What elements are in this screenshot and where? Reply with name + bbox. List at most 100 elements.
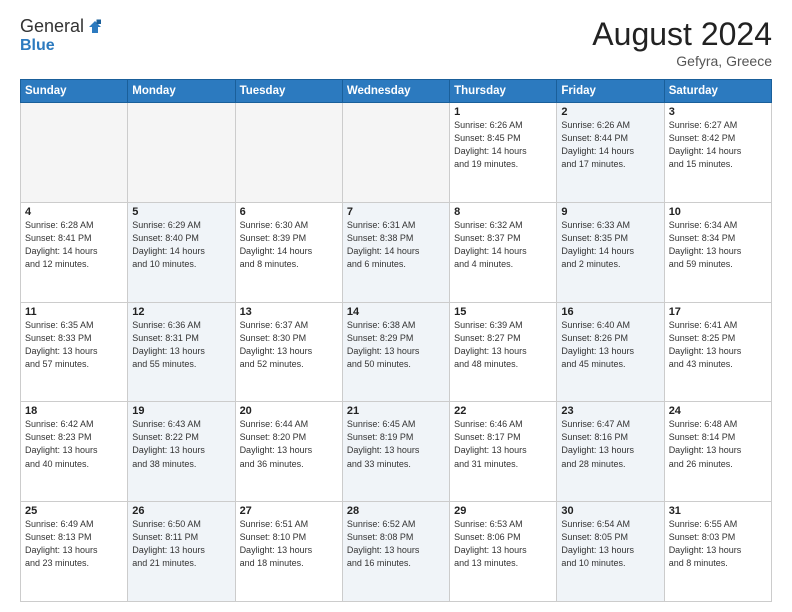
calendar-cell: 3Sunrise: 6:27 AM Sunset: 8:42 PM Daylig… <box>664 103 771 203</box>
day-number: 31 <box>669 505 767 517</box>
calendar-cell: 24Sunrise: 6:48 AM Sunset: 8:14 PM Dayli… <box>664 402 771 502</box>
calendar-cell: 14Sunrise: 6:38 AM Sunset: 8:29 PM Dayli… <box>342 302 449 402</box>
day-number: 24 <box>669 405 767 417</box>
day-number: 22 <box>454 405 552 417</box>
calendar-cell: 1Sunrise: 6:26 AM Sunset: 8:45 PM Daylig… <box>450 103 557 203</box>
calendar-cell: 31Sunrise: 6:55 AM Sunset: 8:03 PM Dayli… <box>664 502 771 602</box>
day-number: 4 <box>25 206 123 218</box>
day-number: 9 <box>561 206 659 218</box>
day-number: 3 <box>669 106 767 118</box>
calendar-cell: 8Sunrise: 6:32 AM Sunset: 8:37 PM Daylig… <box>450 202 557 302</box>
day-info: Sunrise: 6:46 AM Sunset: 8:17 PM Dayligh… <box>454 418 552 470</box>
calendar-cell: 4Sunrise: 6:28 AM Sunset: 8:41 PM Daylig… <box>21 202 128 302</box>
day-info: Sunrise: 6:48 AM Sunset: 8:14 PM Dayligh… <box>669 418 767 470</box>
calendar-week-4: 18Sunrise: 6:42 AM Sunset: 8:23 PM Dayli… <box>21 402 772 502</box>
calendar-table: SundayMondayTuesdayWednesdayThursdayFrid… <box>20 79 772 602</box>
day-info: Sunrise: 6:43 AM Sunset: 8:22 PM Dayligh… <box>132 418 230 470</box>
calendar-cell: 7Sunrise: 6:31 AM Sunset: 8:38 PM Daylig… <box>342 202 449 302</box>
day-number: 19 <box>132 405 230 417</box>
day-info: Sunrise: 6:47 AM Sunset: 8:16 PM Dayligh… <box>561 418 659 470</box>
day-number: 8 <box>454 206 552 218</box>
day-number: 12 <box>132 306 230 318</box>
day-number: 5 <box>132 206 230 218</box>
day-info: Sunrise: 6:40 AM Sunset: 8:26 PM Dayligh… <box>561 319 659 371</box>
calendar-cell: 21Sunrise: 6:45 AM Sunset: 8:19 PM Dayli… <box>342 402 449 502</box>
day-number: 20 <box>240 405 338 417</box>
day-number: 23 <box>561 405 659 417</box>
calendar-cell: 2Sunrise: 6:26 AM Sunset: 8:44 PM Daylig… <box>557 103 664 203</box>
day-number: 17 <box>669 306 767 318</box>
day-number: 15 <box>454 306 552 318</box>
day-info: Sunrise: 6:42 AM Sunset: 8:23 PM Dayligh… <box>25 418 123 470</box>
calendar-cell: 18Sunrise: 6:42 AM Sunset: 8:23 PM Dayli… <box>21 402 128 502</box>
calendar-cell <box>128 103 235 203</box>
calendar-header-sunday: Sunday <box>21 80 128 103</box>
calendar-cell: 17Sunrise: 6:41 AM Sunset: 8:25 PM Dayli… <box>664 302 771 402</box>
day-info: Sunrise: 6:53 AM Sunset: 8:06 PM Dayligh… <box>454 518 552 570</box>
day-info: Sunrise: 6:50 AM Sunset: 8:11 PM Dayligh… <box>132 518 230 570</box>
calendar-cell: 23Sunrise: 6:47 AM Sunset: 8:16 PM Dayli… <box>557 402 664 502</box>
day-number: 1 <box>454 106 552 118</box>
calendar-cell <box>235 103 342 203</box>
day-info: Sunrise: 6:54 AM Sunset: 8:05 PM Dayligh… <box>561 518 659 570</box>
calendar-week-1: 1Sunrise: 6:26 AM Sunset: 8:45 PM Daylig… <box>21 103 772 203</box>
day-info: Sunrise: 6:44 AM Sunset: 8:20 PM Dayligh… <box>240 418 338 470</box>
calendar-cell: 10Sunrise: 6:34 AM Sunset: 8:34 PM Dayli… <box>664 202 771 302</box>
location: Gefyra, Greece <box>592 53 772 69</box>
day-number: 21 <box>347 405 445 417</box>
calendar-cell <box>342 103 449 203</box>
day-info: Sunrise: 6:26 AM Sunset: 8:45 PM Dayligh… <box>454 119 552 171</box>
calendar-cell: 11Sunrise: 6:35 AM Sunset: 8:33 PM Dayli… <box>21 302 128 402</box>
day-info: Sunrise: 6:27 AM Sunset: 8:42 PM Dayligh… <box>669 119 767 171</box>
day-info: Sunrise: 6:39 AM Sunset: 8:27 PM Dayligh… <box>454 319 552 371</box>
day-info: Sunrise: 6:37 AM Sunset: 8:30 PM Dayligh… <box>240 319 338 371</box>
day-number: 2 <box>561 106 659 118</box>
day-number: 11 <box>25 306 123 318</box>
calendar-cell: 30Sunrise: 6:54 AM Sunset: 8:05 PM Dayli… <box>557 502 664 602</box>
calendar-cell: 20Sunrise: 6:44 AM Sunset: 8:20 PM Dayli… <box>235 402 342 502</box>
day-number: 27 <box>240 505 338 517</box>
calendar-header-thursday: Thursday <box>450 80 557 103</box>
day-number: 26 <box>132 505 230 517</box>
calendar-cell: 22Sunrise: 6:46 AM Sunset: 8:17 PM Dayli… <box>450 402 557 502</box>
day-info: Sunrise: 6:26 AM Sunset: 8:44 PM Dayligh… <box>561 119 659 171</box>
day-number: 30 <box>561 505 659 517</box>
day-info: Sunrise: 6:28 AM Sunset: 8:41 PM Dayligh… <box>25 219 123 271</box>
day-info: Sunrise: 6:34 AM Sunset: 8:34 PM Dayligh… <box>669 219 767 271</box>
calendar-header-saturday: Saturday <box>664 80 771 103</box>
calendar-header-tuesday: Tuesday <box>235 80 342 103</box>
calendar-header-friday: Friday <box>557 80 664 103</box>
calendar-cell: 25Sunrise: 6:49 AM Sunset: 8:13 PM Dayli… <box>21 502 128 602</box>
day-info: Sunrise: 6:30 AM Sunset: 8:39 PM Dayligh… <box>240 219 338 271</box>
day-info: Sunrise: 6:32 AM Sunset: 8:37 PM Dayligh… <box>454 219 552 271</box>
day-number: 28 <box>347 505 445 517</box>
day-info: Sunrise: 6:38 AM Sunset: 8:29 PM Dayligh… <box>347 319 445 371</box>
day-number: 16 <box>561 306 659 318</box>
logo-icon <box>86 18 104 36</box>
day-number: 25 <box>25 505 123 517</box>
day-info: Sunrise: 6:36 AM Sunset: 8:31 PM Dayligh… <box>132 319 230 371</box>
calendar-header-row: SundayMondayTuesdayWednesdayThursdayFrid… <box>21 80 772 103</box>
calendar-header-wednesday: Wednesday <box>342 80 449 103</box>
day-info: Sunrise: 6:52 AM Sunset: 8:08 PM Dayligh… <box>347 518 445 570</box>
calendar-cell: 29Sunrise: 6:53 AM Sunset: 8:06 PM Dayli… <box>450 502 557 602</box>
day-info: Sunrise: 6:35 AM Sunset: 8:33 PM Dayligh… <box>25 319 123 371</box>
calendar-cell: 12Sunrise: 6:36 AM Sunset: 8:31 PM Dayli… <box>128 302 235 402</box>
calendar-cell: 19Sunrise: 6:43 AM Sunset: 8:22 PM Dayli… <box>128 402 235 502</box>
day-info: Sunrise: 6:29 AM Sunset: 8:40 PM Dayligh… <box>132 219 230 271</box>
calendar-week-3: 11Sunrise: 6:35 AM Sunset: 8:33 PM Dayli… <box>21 302 772 402</box>
day-info: Sunrise: 6:51 AM Sunset: 8:10 PM Dayligh… <box>240 518 338 570</box>
day-number: 13 <box>240 306 338 318</box>
logo-text: General <box>20 16 104 37</box>
title-section: August 2024 Gefyra, Greece <box>592 16 772 69</box>
calendar-cell: 6Sunrise: 6:30 AM Sunset: 8:39 PM Daylig… <box>235 202 342 302</box>
day-number: 6 <box>240 206 338 218</box>
calendar-cell: 27Sunrise: 6:51 AM Sunset: 8:10 PM Dayli… <box>235 502 342 602</box>
page: General Blue August 2024 Gefyra, Greece … <box>0 0 792 612</box>
calendar-cell: 9Sunrise: 6:33 AM Sunset: 8:35 PM Daylig… <box>557 202 664 302</box>
day-info: Sunrise: 6:31 AM Sunset: 8:38 PM Dayligh… <box>347 219 445 271</box>
day-number: 29 <box>454 505 552 517</box>
calendar-week-5: 25Sunrise: 6:49 AM Sunset: 8:13 PM Dayli… <box>21 502 772 602</box>
header: General Blue August 2024 Gefyra, Greece <box>20 16 772 69</box>
calendar-week-2: 4Sunrise: 6:28 AM Sunset: 8:41 PM Daylig… <box>21 202 772 302</box>
